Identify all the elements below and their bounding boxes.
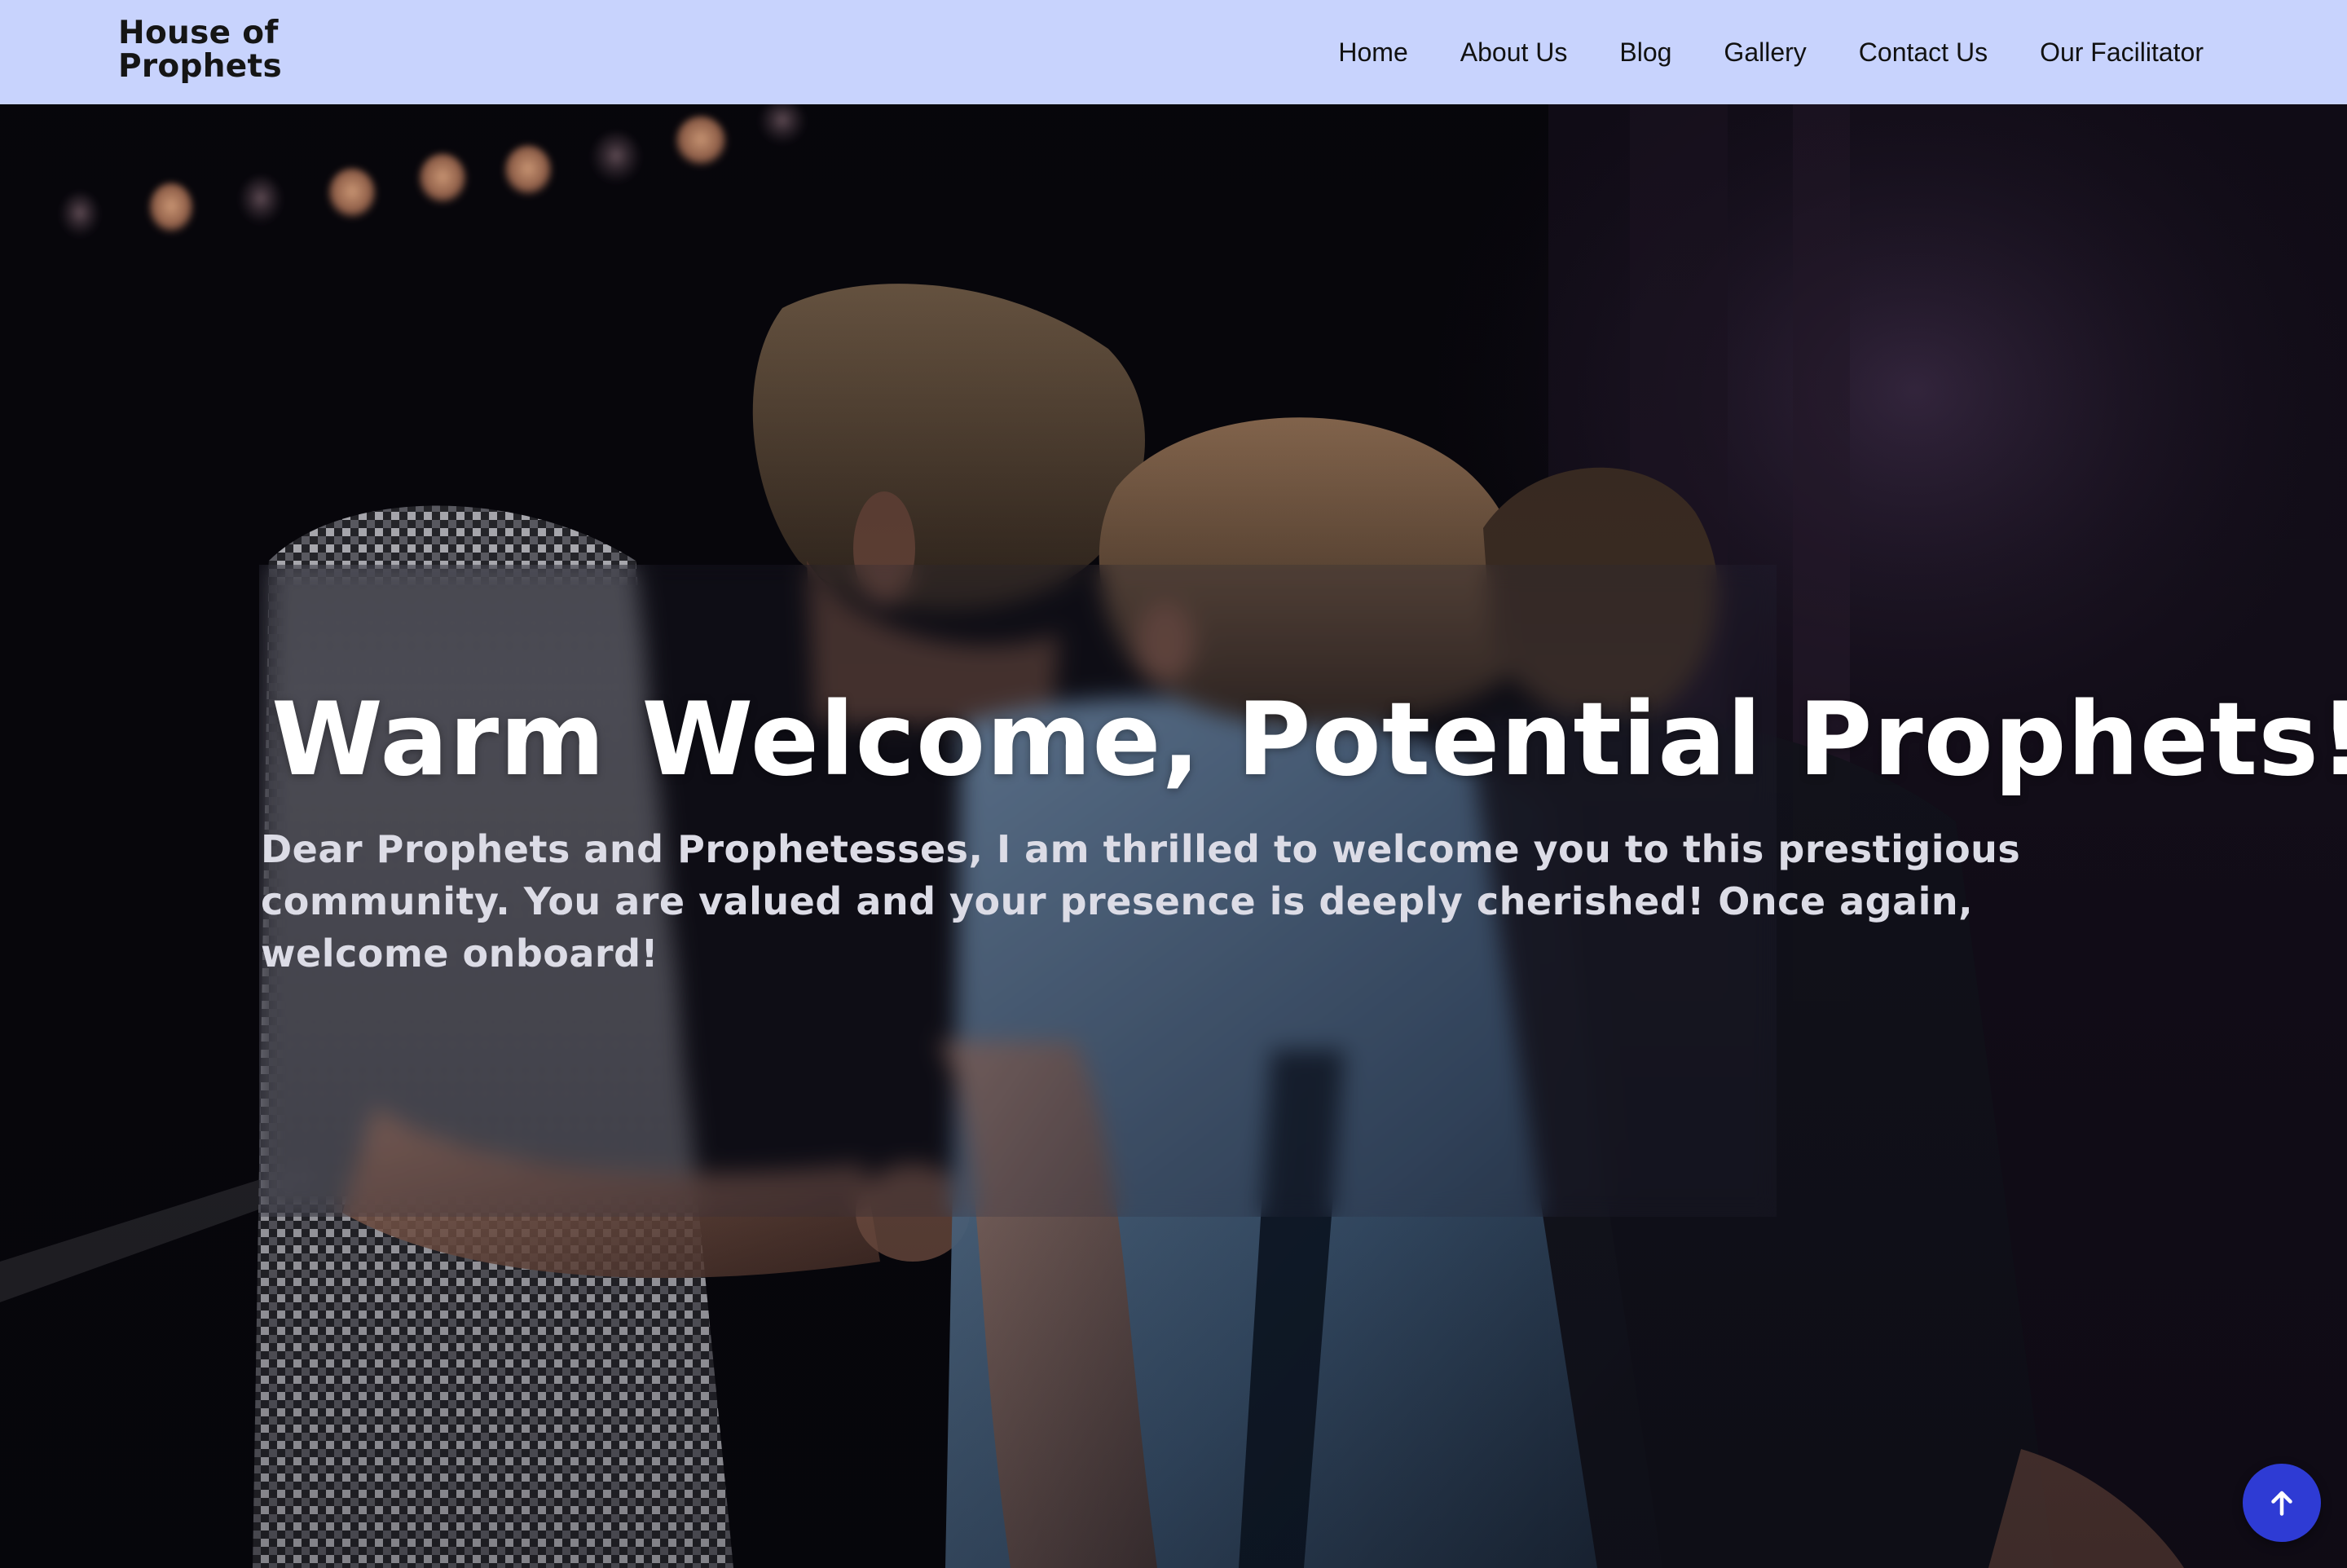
navbar: House of Prophets Home About Us Blog Gal… — [0, 0, 2347, 104]
scroll-to-top-button[interactable] — [2243, 1464, 2321, 1542]
hero-welcome-text: Dear Prophets and Prophetesses, I am thr… — [261, 827, 2021, 976]
arrow-up-icon — [2271, 1491, 2292, 1516]
nav-contact-us[interactable]: Contact Us — [1859, 37, 1988, 68]
nav-our-facilitator[interactable]: Our Facilitator — [2040, 37, 2204, 68]
main-nav: Home About Us Blog Gallery Contact Us Ou… — [1338, 0, 2204, 104]
brand-line-1: House of — [118, 15, 279, 51]
hero-title: Warm Welcome, Potential Prophets! — [271, 681, 2347, 799]
nav-gallery[interactable]: Gallery — [1724, 37, 1806, 68]
nav-about-us[interactable]: About Us — [1460, 37, 1568, 68]
nav-blog[interactable]: Blog — [1619, 37, 1671, 68]
site-logo[interactable]: House of Prophets — [118, 16, 314, 84]
nav-home[interactable]: Home — [1338, 37, 1407, 68]
brand-line-2: Prophets — [118, 48, 282, 86]
